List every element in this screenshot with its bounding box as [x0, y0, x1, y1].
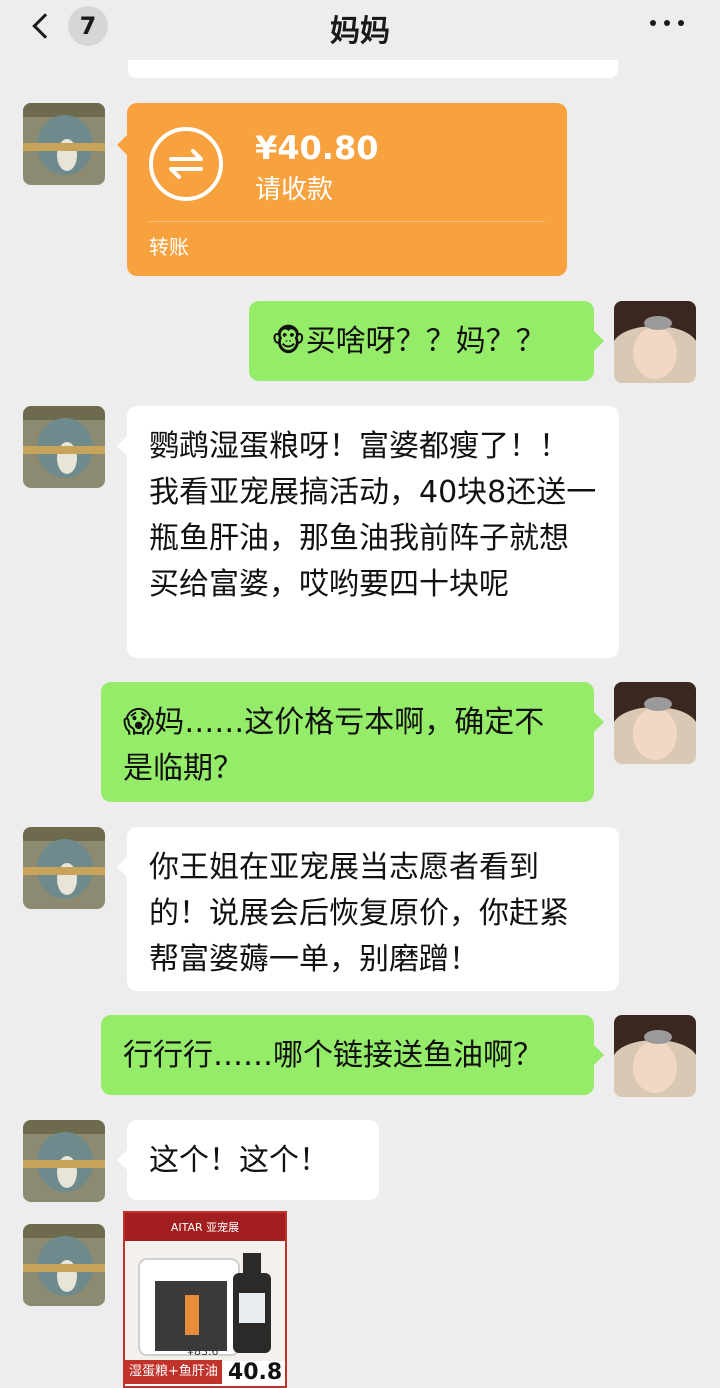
- previous-message-bubble: [128, 60, 618, 78]
- avatar-mom[interactable]: [23, 406, 105, 488]
- transfer-amount: ¥40.80: [255, 129, 379, 167]
- chat-header: 7 妈妈: [0, 0, 720, 56]
- product-photo: [125, 1241, 285, 1361]
- more-icon[interactable]: [650, 20, 684, 26]
- back-button[interactable]: 7: [28, 6, 108, 46]
- transfer-status: 请收款: [255, 175, 334, 205]
- avatar-me[interactable]: [614, 682, 696, 764]
- message-bubble-mom[interactable]: 你王姐在亚宠展当志愿者看到的！说展会后恢复原价，你赶紧帮富婆薅一单，别磨蹭！: [117, 827, 619, 991]
- message-text: 鹦鹉湿蛋粮呀！富婆都瘦了！！我看亚宠展搞活动，40块8还送一瓶鱼肝油，那鱼油我前…: [149, 429, 597, 602]
- product-original-price: ¥83.6: [187, 1345, 219, 1358]
- message-bubble-me[interactable]: 行行行……哪个链接送鱼油啊？: [101, 1015, 604, 1095]
- product-name: 湿蛋粮+鱼肝油: [125, 1360, 222, 1384]
- avatar-mom[interactable]: [23, 827, 105, 909]
- avatar-me[interactable]: [614, 1015, 696, 1097]
- product-caption: 湿蛋粮+鱼肝油 40.8: [125, 1358, 285, 1386]
- product-image-message[interactable]: AITAR 亚宠展 ¥83.6 湿蛋粮+鱼肝油 40.8: [123, 1211, 287, 1388]
- message-bubble-mom[interactable]: 这个！这个！: [117, 1120, 379, 1200]
- chat-title: 妈妈: [330, 14, 390, 49]
- message-bubble-me[interactable]: 🐵买啥呀？？妈？？: [249, 301, 604, 381]
- message-bubble-me[interactable]: 😱妈……这价格亏本啊，确定不是临期？: [101, 682, 604, 802]
- transfer-label: 转账: [149, 235, 189, 259]
- avatar-mom[interactable]: [23, 1120, 105, 1202]
- product-price: 40.8: [227, 1359, 283, 1385]
- message-text: 行行行……哪个链接送鱼油啊？: [123, 1038, 543, 1073]
- message-bubble-mom[interactable]: 鹦鹉湿蛋粮呀！富婆都瘦了！！我看亚宠展搞活动，40块8还送一瓶鱼肝油，那鱼油我前…: [117, 406, 619, 658]
- avatar-mom[interactable]: [23, 1224, 105, 1306]
- unread-badge: 7: [68, 6, 108, 46]
- transfer-arrows-icon: [149, 127, 223, 201]
- message-text: 😱妈……这价格亏本啊，确定不是临期？: [123, 705, 545, 786]
- avatar-mom[interactable]: [23, 103, 105, 185]
- message-text: 你王姐在亚宠展当志愿者看到的！说展会后恢复原价，你赶紧帮富婆薅一单，别磨蹭！: [149, 850, 569, 977]
- transfer-card[interactable]: ¥40.80 请收款 转账: [117, 103, 567, 276]
- back-chevron-icon: [32, 13, 58, 39]
- message-text: 🐵买啥呀？？妈？？: [271, 324, 546, 359]
- message-text: 这个！这个！: [149, 1143, 329, 1178]
- divider: [149, 221, 545, 222]
- product-brand: AITAR 亚宠展: [125, 1213, 285, 1241]
- avatar-me[interactable]: [614, 301, 696, 383]
